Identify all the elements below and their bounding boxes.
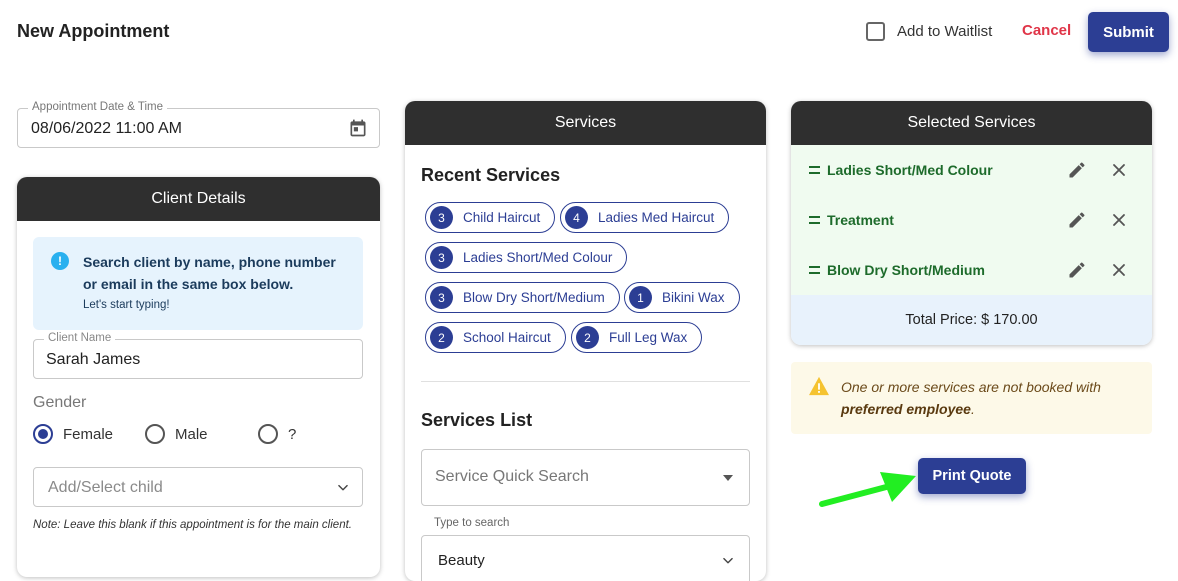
selected-service-item[interactable]: Ladies Short/Med Colour: [809, 155, 1139, 185]
services-list-title: Services List: [421, 410, 533, 430]
radio-unchecked-icon[interactable]: [258, 424, 278, 444]
recent-service-chip[interactable]: 3 Blow Dry Short/Medium: [425, 282, 620, 313]
chip-count: 3: [430, 206, 453, 229]
preferred-employee-warning: One or more services are not booked with…: [791, 362, 1152, 434]
print-quote-button[interactable]: Print Quote: [918, 458, 1026, 494]
add-select-child-dropdown[interactable]: Add/Select child: [33, 467, 363, 507]
chip-label: Bikini Wax: [662, 290, 725, 305]
client-details-card: Client Details ! Search client by name, …: [17, 177, 380, 577]
submit-button[interactable]: Submit: [1088, 12, 1169, 52]
chip-count: 1: [629, 286, 652, 309]
gender-label: Gender: [33, 394, 87, 411]
warning-message: One or more services are not booked with: [841, 379, 1101, 395]
checkbox-icon[interactable]: [866, 22, 885, 41]
total-price: Total Price: $ 170.00: [791, 295, 1152, 345]
services-header: Services: [405, 101, 766, 145]
gender-option-label: Female: [63, 425, 114, 443]
calendar-icon[interactable]: [348, 118, 368, 138]
gender-option-label: ?: [288, 425, 297, 443]
chevron-down-icon[interactable]: [336, 481, 350, 495]
selected-service-name: Ladies Short/Med Colour: [827, 162, 993, 178]
radio-unchecked-icon[interactable]: [145, 424, 165, 444]
close-icon[interactable]: [1109, 210, 1129, 230]
recent-service-chip[interactable]: 3 Ladies Short/Med Colour: [425, 242, 628, 273]
recent-service-chip[interactable]: 2 Full Leg Wax: [571, 322, 703, 353]
service-quick-search-input[interactable]: Service Quick Search: [421, 449, 750, 506]
chip-label: Full Leg Wax: [609, 330, 688, 345]
chip-count: 2: [430, 326, 453, 349]
warning-text: One or more services are not booked with…: [841, 376, 1141, 420]
chip-label: Ladies Short/Med Colour: [463, 250, 613, 265]
warning-emphasis: preferred employee: [841, 401, 971, 417]
recent-service-chip[interactable]: 3 Child Haircut: [425, 202, 556, 233]
warning-suffix: .: [970, 401, 975, 417]
warning-icon: [809, 376, 829, 396]
chip-label: Blow Dry Short/Medium: [463, 290, 605, 305]
client-name-input[interactable]: Sarah James: [46, 351, 140, 369]
edit-icon[interactable]: [1067, 210, 1087, 230]
child-placeholder: Add/Select child: [48, 479, 163, 496]
client-search-info: ! Search client by name, phone number or…: [33, 237, 363, 330]
service-search-placeholder: Service Quick Search: [435, 468, 589, 485]
selected-services-list: Ladies Short/Med Colour Treatment Blow D…: [791, 145, 1152, 295]
cancel-button[interactable]: Cancel: [1022, 22, 1071, 39]
info-subtext: Let's start typing!: [83, 299, 170, 311]
drag-handle-icon[interactable]: [809, 266, 820, 274]
service-category-select[interactable]: Beauty: [421, 535, 750, 581]
gender-option-female[interactable]: Female: [33, 424, 113, 444]
chip-count: 3: [430, 286, 453, 309]
edit-icon[interactable]: [1067, 260, 1087, 280]
page-title: New Appointment: [17, 21, 170, 41]
chip-count: 2: [576, 326, 599, 349]
recent-service-chip[interactable]: 2 School Haircut: [425, 322, 566, 353]
radio-checked-icon[interactable]: [33, 424, 53, 444]
drag-handle-icon[interactable]: [809, 166, 820, 174]
gender-option-unknown[interactable]: ?: [258, 424, 296, 444]
recent-services-title: Recent Services: [421, 165, 561, 185]
chip-count: 4: [565, 206, 588, 229]
selected-services-header: Selected Services: [791, 101, 1152, 145]
waitlist-label: Add to Waitlist: [897, 23, 993, 40]
add-to-waitlist-checkbox[interactable]: Add to Waitlist: [866, 22, 992, 41]
chip-label: Child Haircut: [463, 210, 541, 225]
chip-label: Ladies Med Haircut: [598, 210, 715, 225]
service-category-value: Beauty: [438, 552, 485, 569]
client-name-field[interactable]: Client Name Sarah James: [33, 332, 363, 379]
info-text: Search client by name, phone number or e…: [83, 254, 336, 292]
recent-service-chip[interactable]: 1 Bikini Wax: [624, 282, 740, 313]
search-helper-text: Type to search: [434, 517, 510, 529]
edit-icon[interactable]: [1067, 160, 1087, 180]
drag-handle-icon[interactable]: [809, 216, 820, 224]
appointment-datetime-value[interactable]: 08/06/2022 11:00 AM: [31, 120, 182, 138]
appointment-datetime-label: Appointment Date & Time: [28, 101, 168, 113]
recent-service-chip[interactable]: 4 Ladies Med Haircut: [560, 202, 730, 233]
gender-option-label: Male: [175, 425, 208, 443]
green-arrow-icon: [819, 472, 916, 507]
divider: [421, 381, 750, 382]
client-name-label: Client Name: [44, 332, 116, 344]
selected-service-name: Treatment: [827, 212, 894, 228]
selected-service-name: Blow Dry Short/Medium: [827, 262, 985, 278]
caret-down-icon[interactable]: [723, 475, 733, 481]
appointment-datetime-field[interactable]: Appointment Date & Time 08/06/2022 11:00…: [17, 101, 380, 148]
close-icon[interactable]: [1109, 260, 1129, 280]
client-details-header: Client Details: [17, 177, 380, 221]
selected-service-item[interactable]: Treatment: [809, 205, 1139, 235]
gender-option-male[interactable]: Male: [145, 424, 208, 444]
info-icon: !: [51, 252, 69, 270]
chevron-down-icon[interactable]: [721, 554, 735, 568]
selected-services-card: Selected Services Ladies Short/Med Colou…: [791, 101, 1152, 345]
services-card: Services Recent Services 3 Child Haircut…: [405, 101, 766, 581]
selected-service-item[interactable]: Blow Dry Short/Medium: [809, 255, 1139, 285]
chip-label: School Haircut: [463, 330, 551, 345]
child-note: Note: Leave this blank if this appointme…: [33, 519, 352, 531]
close-icon[interactable]: [1109, 160, 1129, 180]
chip-count: 3: [430, 246, 453, 269]
